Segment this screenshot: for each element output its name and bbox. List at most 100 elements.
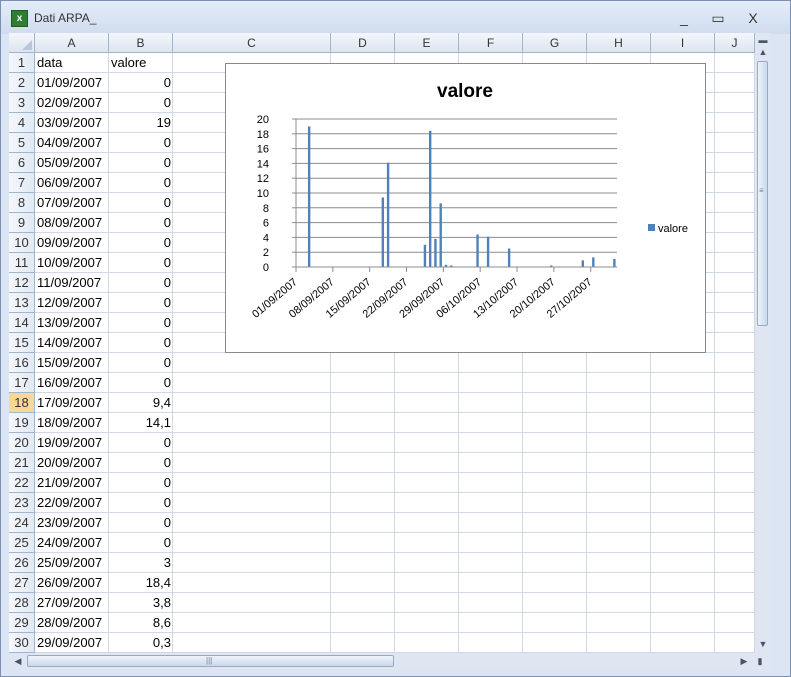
column-header-g[interactable]: G (523, 33, 587, 53)
cell-a1[interactable]: data (37, 53, 107, 73)
split-box-icon[interactable]: ▮ (753, 654, 767, 668)
row-header-25[interactable]: 25 (9, 533, 35, 553)
cell-a18[interactable]: 17/09/2007 (37, 393, 107, 413)
cell-b13[interactable]: 0 (111, 293, 171, 313)
cell-a23[interactable]: 22/09/2007 (37, 493, 107, 513)
cell-b26[interactable]: 3 (111, 553, 171, 573)
row-header-21[interactable]: 21 (9, 453, 35, 473)
cell-b27[interactable]: 18,4 (111, 573, 171, 593)
cell-a3[interactable]: 02/09/2007 (37, 93, 107, 113)
cell-b6[interactable]: 0 (111, 153, 171, 173)
cell-b4[interactable]: 19 (111, 113, 171, 133)
cell-a7[interactable]: 06/09/2007 (37, 173, 107, 193)
row-header-13[interactable]: 13 (9, 293, 35, 313)
horizontal-scroll-thumb[interactable]: ||| (27, 655, 394, 667)
column-header-i[interactable]: I (651, 33, 715, 53)
row-header-12[interactable]: 12 (9, 273, 35, 293)
cell-b19[interactable]: 14,1 (111, 413, 171, 433)
cell-b2[interactable]: 0 (111, 73, 171, 93)
column-header-f[interactable]: F (459, 33, 523, 53)
scroll-left-icon[interactable]: ◀ (11, 654, 25, 668)
row-header-30[interactable]: 30 (9, 633, 35, 653)
cell-a6[interactable]: 05/09/2007 (37, 153, 107, 173)
cell-a4[interactable]: 03/09/2007 (37, 113, 107, 133)
cell-a5[interactable]: 04/09/2007 (37, 133, 107, 153)
cell-b24[interactable]: 0 (111, 513, 171, 533)
row-header-7[interactable]: 7 (9, 173, 35, 193)
row-header-18[interactable]: 18 (9, 393, 35, 413)
row-header-23[interactable]: 23 (9, 493, 35, 513)
cell-a9[interactable]: 08/09/2007 (37, 213, 107, 233)
cell-b30[interactable]: 0,3 (111, 633, 171, 653)
cell-a2[interactable]: 01/09/2007 (37, 73, 107, 93)
cell-a22[interactable]: 21/09/2007 (37, 473, 107, 493)
cell-b7[interactable]: 0 (111, 173, 171, 193)
maximize-button[interactable]: ▭ (706, 9, 730, 27)
cell-a27[interactable]: 26/09/2007 (37, 573, 107, 593)
chart-object[interactable]: valore 0 2 4 6 8 10 12 14 16 18 20 01/09/2007 08/09/2… (225, 63, 706, 353)
row-header-11[interactable]: 11 (9, 253, 35, 273)
cell-b22[interactable]: 0 (111, 473, 171, 493)
cell-b29[interactable]: 8,6 (111, 613, 171, 633)
row-header-29[interactable]: 29 (9, 613, 35, 633)
row-header-26[interactable]: 26 (9, 553, 35, 573)
cell-a11[interactable]: 10/09/2007 (37, 253, 107, 273)
cell-b10[interactable]: 0 (111, 233, 171, 253)
column-header-h[interactable]: H (587, 33, 651, 53)
cell-b5[interactable]: 0 (111, 133, 171, 153)
cell-a30[interactable]: 29/09/2007 (37, 633, 107, 653)
row-header-27[interactable]: 27 (9, 573, 35, 593)
vertical-scroll-thumb[interactable]: ≡ (757, 61, 768, 326)
cell-a28[interactable]: 27/09/2007 (37, 593, 107, 613)
column-header-c[interactable]: C (173, 33, 331, 53)
column-header-d[interactable]: D (331, 33, 395, 53)
row-header-4[interactable]: 4 (9, 113, 35, 133)
row-header-16[interactable]: 16 (9, 353, 35, 373)
row-header-9[interactable]: 9 (9, 213, 35, 233)
cell-b8[interactable]: 0 (111, 193, 171, 213)
cell-a10[interactable]: 09/09/2007 (37, 233, 107, 253)
cell-a21[interactable]: 20/09/2007 (37, 453, 107, 473)
row-header-15[interactable]: 15 (9, 333, 35, 353)
cell-a24[interactable]: 23/09/2007 (37, 513, 107, 533)
row-header-8[interactable]: 8 (9, 193, 35, 213)
cell-a26[interactable]: 25/09/2007 (37, 553, 107, 573)
close-button[interactable]: X (741, 9, 765, 27)
cell-b20[interactable]: 0 (111, 433, 171, 453)
row-header-20[interactable]: 20 (9, 433, 35, 453)
cell-a29[interactable]: 28/09/2007 (37, 613, 107, 633)
column-header-b[interactable]: B (109, 33, 173, 53)
row-header-2[interactable]: 2 (9, 73, 35, 93)
row-header-24[interactable]: 24 (9, 513, 35, 533)
row-header-6[interactable]: 6 (9, 153, 35, 173)
cell-a17[interactable]: 16/09/2007 (37, 373, 107, 393)
cell-b11[interactable]: 0 (111, 253, 171, 273)
cell-b16[interactable]: 0 (111, 353, 171, 373)
cell-a15[interactable]: 14/09/2007 (37, 333, 107, 353)
cell-b21[interactable]: 0 (111, 453, 171, 473)
cell-a13[interactable]: 12/09/2007 (37, 293, 107, 313)
select-all-button[interactable] (9, 33, 35, 53)
column-header-a[interactable]: A (35, 33, 109, 53)
cell-a20[interactable]: 19/09/2007 (37, 433, 107, 453)
horizontal-scrollbar[interactable]: ◀ ||| ▶ ▮ (9, 653, 771, 669)
row-header-28[interactable]: 28 (9, 593, 35, 613)
cell-a19[interactable]: 18/09/2007 (37, 413, 107, 433)
row-header-5[interactable]: 5 (9, 133, 35, 153)
scroll-right-icon[interactable]: ▶ (737, 654, 751, 668)
cell-b18[interactable]: 9,4 (111, 393, 171, 413)
cell-b3[interactable]: 0 (111, 93, 171, 113)
cell-a8[interactable]: 07/09/2007 (37, 193, 107, 213)
row-header-10[interactable]: 10 (9, 233, 35, 253)
minimize-button[interactable]: _ (672, 9, 696, 27)
worksheet-grid[interactable]: A B C D E F G H I J 1 data valore 2 01/09/2007 0 3 02/09/… (9, 33, 755, 653)
column-header-e[interactable]: E (395, 33, 459, 53)
cell-b15[interactable]: 0 (111, 333, 171, 353)
cell-b23[interactable]: 0 (111, 493, 171, 513)
cell-b28[interactable]: 3,8 (111, 593, 171, 613)
row-header-3[interactable]: 3 (9, 93, 35, 113)
cell-a12[interactable]: 11/09/2007 (37, 273, 107, 293)
cell-b14[interactable]: 0 (111, 313, 171, 333)
row-header-17[interactable]: 17 (9, 373, 35, 393)
cell-b17[interactable]: 0 (111, 373, 171, 393)
